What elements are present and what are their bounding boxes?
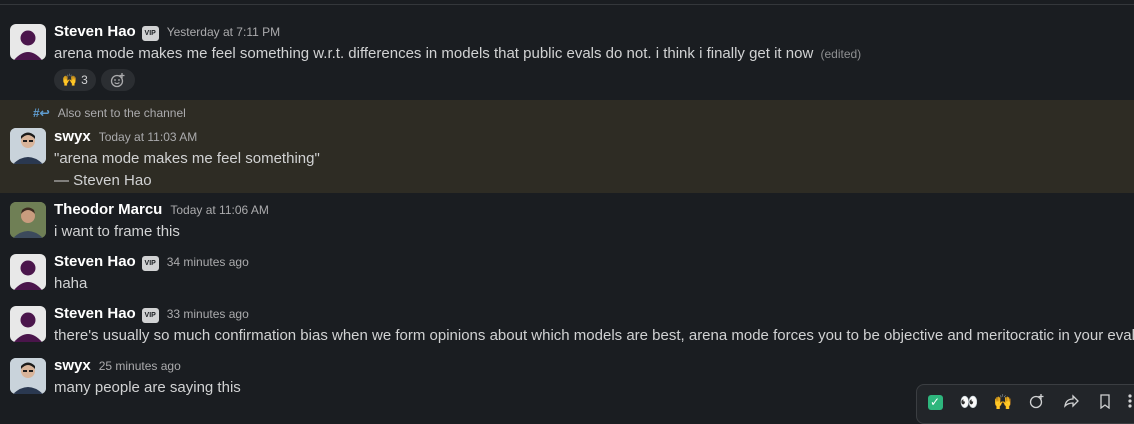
message-text-line1: "arena mode makes me feel something" bbox=[54, 150, 320, 167]
also-sent-label: #↩ Also sent to the channel bbox=[33, 106, 186, 120]
message-body: arena mode makes me feel something w.r.t… bbox=[54, 45, 814, 62]
eyes-reaction-button[interactable]: 👀 bbox=[953, 393, 985, 411]
forward-button[interactable] bbox=[1055, 393, 1087, 413]
bookmark-icon bbox=[1100, 394, 1110, 410]
timestamp[interactable]: 33 minutes ago bbox=[167, 307, 249, 321]
more-vertical-icon bbox=[1128, 394, 1132, 408]
forward-arrow-icon bbox=[1064, 394, 1079, 408]
top-divider bbox=[0, 4, 1134, 5]
raised-hands-icon: 🙌 bbox=[993, 394, 1013, 411]
timestamp[interactable]: Yesterday at 7:11 PM bbox=[167, 25, 280, 39]
add-emoji-icon bbox=[1029, 394, 1044, 409]
timestamp[interactable]: Today at 11:06 AM bbox=[170, 203, 269, 217]
vip-badge: VIP bbox=[141, 26, 159, 41]
add-emoji-icon bbox=[110, 73, 125, 88]
also-sent-text: Also sent to the channel bbox=[57, 106, 186, 120]
avatar[interactable] bbox=[10, 24, 46, 60]
check-mark-icon: ✓ bbox=[927, 395, 943, 410]
add-reaction-button[interactable] bbox=[101, 69, 135, 91]
avatar[interactable] bbox=[10, 358, 46, 394]
message-swyx-quote: #↩ Also sent to the channel swyx Today at… bbox=[0, 100, 1134, 193]
author-name[interactable]: Theodor Marcu bbox=[54, 201, 162, 218]
vip-badge: VIP bbox=[141, 308, 159, 323]
message-text: arena mode makes me feel something w.r.t… bbox=[54, 45, 861, 62]
vip-badge: VIP bbox=[141, 256, 159, 271]
message-text: i want to frame this bbox=[54, 223, 180, 240]
eyes-icon: 👀 bbox=[959, 394, 979, 411]
avatar[interactable] bbox=[10, 254, 46, 290]
author-name[interactable]: Steven Hao bbox=[54, 23, 136, 40]
avatar[interactable] bbox=[10, 202, 46, 238]
timestamp[interactable]: 34 minutes ago bbox=[167, 255, 249, 269]
check-reaction-button[interactable]: ✓ bbox=[919, 393, 951, 410]
message-steven-2: Steven Hao VIP 34 minutes ago haha bbox=[0, 248, 1134, 298]
reaction-count: 3 bbox=[81, 73, 88, 87]
raised-hands-icon: 🙌 bbox=[62, 73, 78, 87]
thread-broadcast-icon: #↩ bbox=[33, 106, 50, 120]
author-name[interactable]: swyx bbox=[54, 357, 91, 374]
message-text: many people are saying this bbox=[54, 379, 241, 396]
message-text-line2: — Steven Hao bbox=[54, 172, 152, 189]
add-reaction-toolbar-button[interactable] bbox=[1021, 393, 1053, 413]
bookmark-button[interactable] bbox=[1089, 393, 1121, 413]
message-text: there's usually so much confirmation bia… bbox=[54, 327, 1134, 344]
message-steven-3: Steven Hao VIP 33 minutes ago there's us… bbox=[0, 300, 1134, 350]
message-theodor: Theodor Marcu Today at 11:06 AM i want t… bbox=[0, 196, 1134, 246]
avatar[interactable] bbox=[10, 128, 46, 164]
more-actions-button[interactable] bbox=[1123, 393, 1134, 413]
message-text: haha bbox=[54, 275, 88, 292]
edited-label: (edited) bbox=[820, 47, 862, 61]
avatar[interactable] bbox=[10, 306, 46, 342]
author-name[interactable]: swyx bbox=[54, 128, 91, 145]
timestamp[interactable]: Today at 11:03 AM bbox=[99, 130, 198, 144]
author-name[interactable]: Steven Hao bbox=[54, 305, 136, 322]
message-steven-1: Steven Hao VIP Yesterday at 7:11 PM aren… bbox=[0, 18, 1134, 98]
message-actions-toolbar: ✓ 👀 🙌 bbox=[916, 384, 1134, 424]
raised-hands-reaction-button[interactable]: 🙌 bbox=[987, 393, 1019, 411]
author-name[interactable]: Steven Hao bbox=[54, 253, 136, 270]
reaction-raised-hands[interactable]: 🙌 3 bbox=[54, 69, 96, 91]
timestamp[interactable]: 25 minutes ago bbox=[99, 359, 181, 373]
